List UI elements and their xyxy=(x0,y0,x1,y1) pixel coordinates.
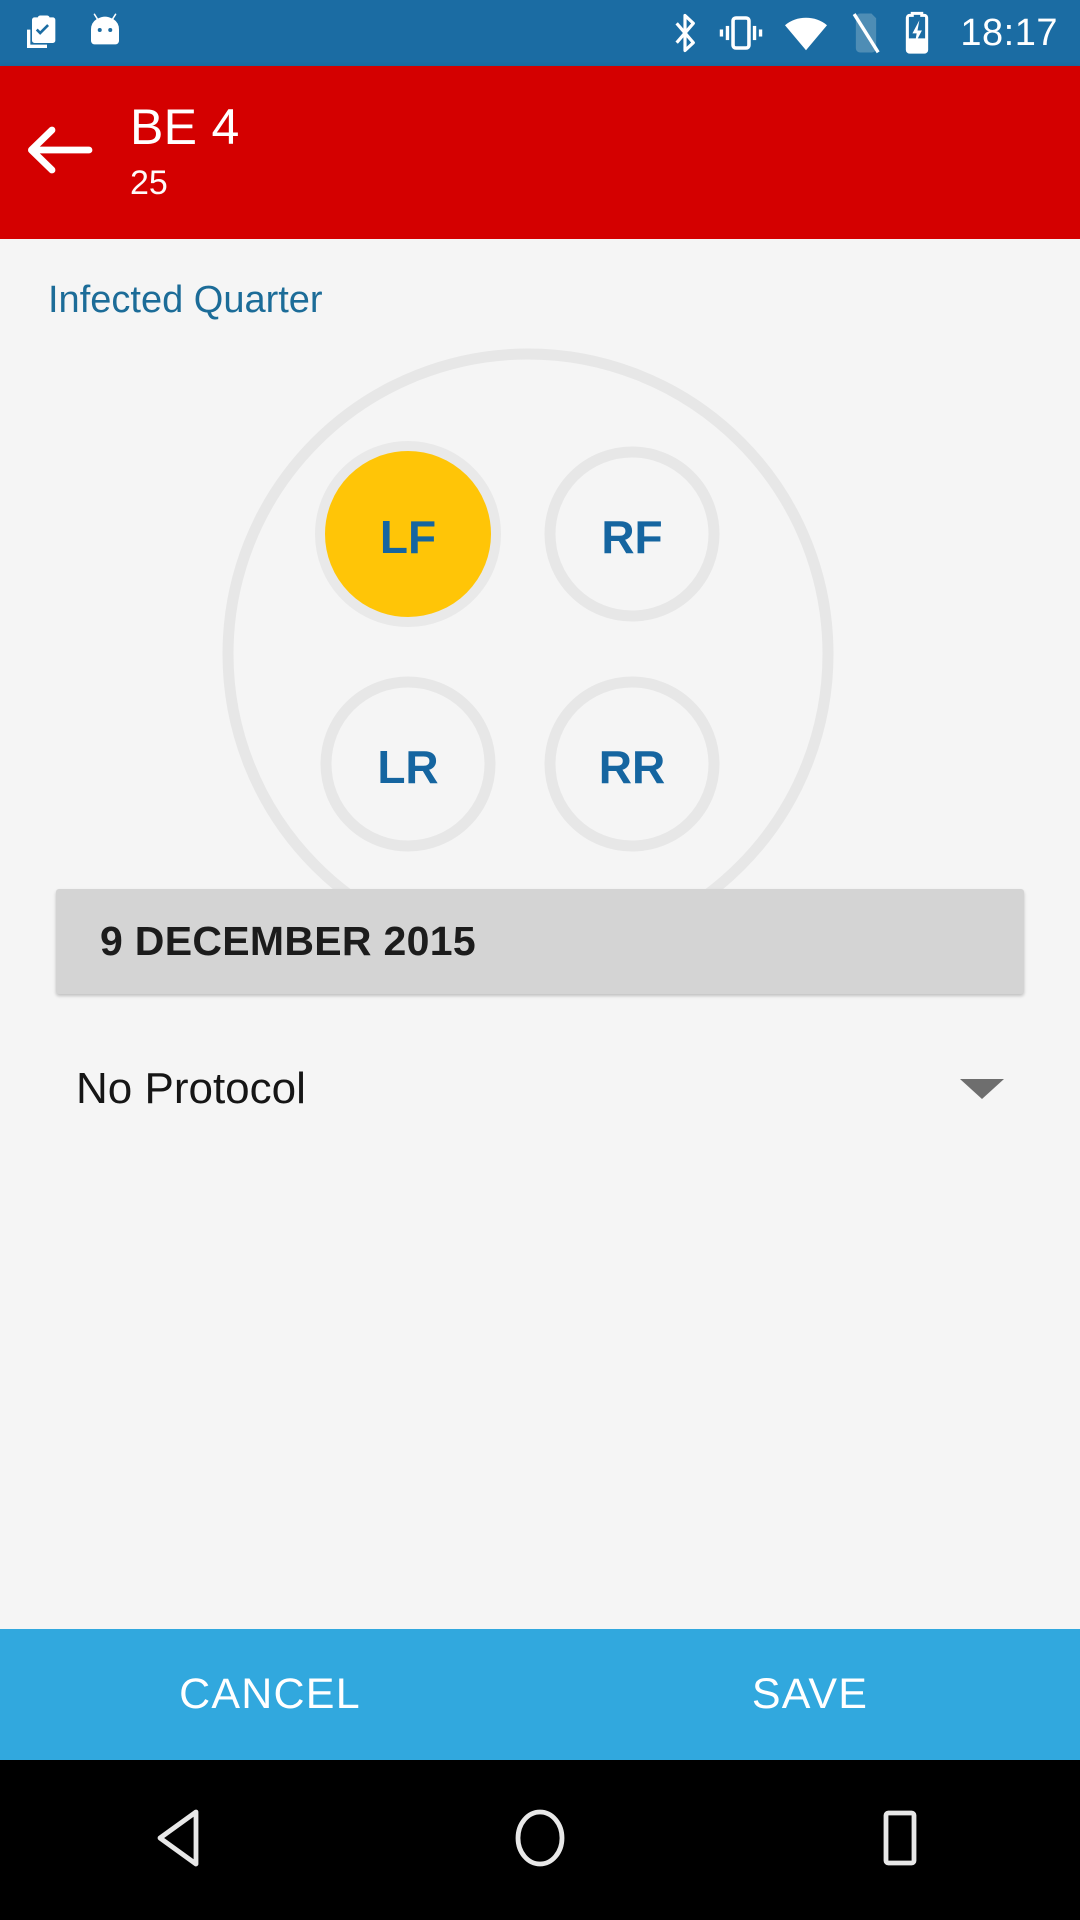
quarter-button-lr[interactable]: LR xyxy=(320,676,496,852)
protocol-value: No Protocol xyxy=(76,1064,306,1113)
save-button-label: SAVE xyxy=(751,1670,869,1718)
quarter-button-rr[interactable]: RR xyxy=(544,676,720,852)
status-bar: 18:17 xyxy=(0,0,1080,66)
status-bar-right-icons: 18:17 xyxy=(670,11,1058,55)
nav-recents-square-icon xyxy=(876,1807,924,1874)
nav-home-button[interactable] xyxy=(440,1760,640,1920)
status-bar-clock: 18:17 xyxy=(960,12,1058,54)
bluetooth-icon xyxy=(670,11,700,55)
bottom-action-bar: CANCEL SAVE xyxy=(0,1629,1080,1760)
chevron-down-icon xyxy=(960,1079,1004,1099)
vibrate-mode-icon xyxy=(718,12,764,54)
back-button[interactable] xyxy=(0,66,120,239)
date-value: 9 DECEMBER 2015 xyxy=(100,918,476,964)
phone-screen: 18:17 BE 4 25 Infected Quarter LF RF LR … xyxy=(0,0,1080,1920)
quarter-label-lf: LF xyxy=(380,511,436,563)
quarter-label-lr: LR xyxy=(377,741,438,793)
quarter-label-rr: RR xyxy=(599,741,665,793)
cancel-button-label: CANCEL xyxy=(179,1670,361,1718)
back-arrow-icon xyxy=(27,124,93,181)
date-picker-button[interactable]: 9 DECEMBER 2015 xyxy=(56,889,1024,994)
page-title: BE 4 xyxy=(130,99,240,155)
save-button[interactable]: SAVE xyxy=(540,1629,1080,1760)
no-sim-card-icon xyxy=(848,11,884,55)
app-bar-text-block: BE 4 25 xyxy=(130,101,240,204)
nav-home-circle-icon xyxy=(511,1807,569,1874)
quarter-button-rf[interactable]: RF xyxy=(544,446,720,622)
udder-outline-circle xyxy=(222,348,834,960)
nav-back-triangle-icon xyxy=(152,1807,208,1874)
battery-charging-icon xyxy=(902,11,932,55)
quarter-button-lf[interactable]: LF xyxy=(315,441,501,627)
udder-quarter-selector: LF RF LR RR xyxy=(208,334,848,974)
wifi-icon xyxy=(782,13,830,53)
nav-back-button[interactable] xyxy=(80,1760,280,1920)
work-profile-clipboard-icon xyxy=(22,12,62,54)
quarter-label-rf: RF xyxy=(601,511,662,563)
form-content: Infected Quarter LF RF LR RR 9 DECEMBER … xyxy=(0,239,1080,1629)
status-bar-left-icons xyxy=(22,12,126,54)
protocol-dropdown[interactable]: No Protocol xyxy=(0,1029,1080,1149)
page-subtitle: 25 xyxy=(130,163,168,202)
app-bar: BE 4 25 xyxy=(0,66,1080,239)
cyanogenmod-android-head-icon xyxy=(84,12,126,54)
android-navigation-bar xyxy=(0,1760,1080,1920)
nav-recents-button[interactable] xyxy=(800,1760,1000,1920)
section-label-infected-quarter: Infected Quarter xyxy=(48,279,323,321)
cancel-button[interactable]: CANCEL xyxy=(0,1629,540,1760)
